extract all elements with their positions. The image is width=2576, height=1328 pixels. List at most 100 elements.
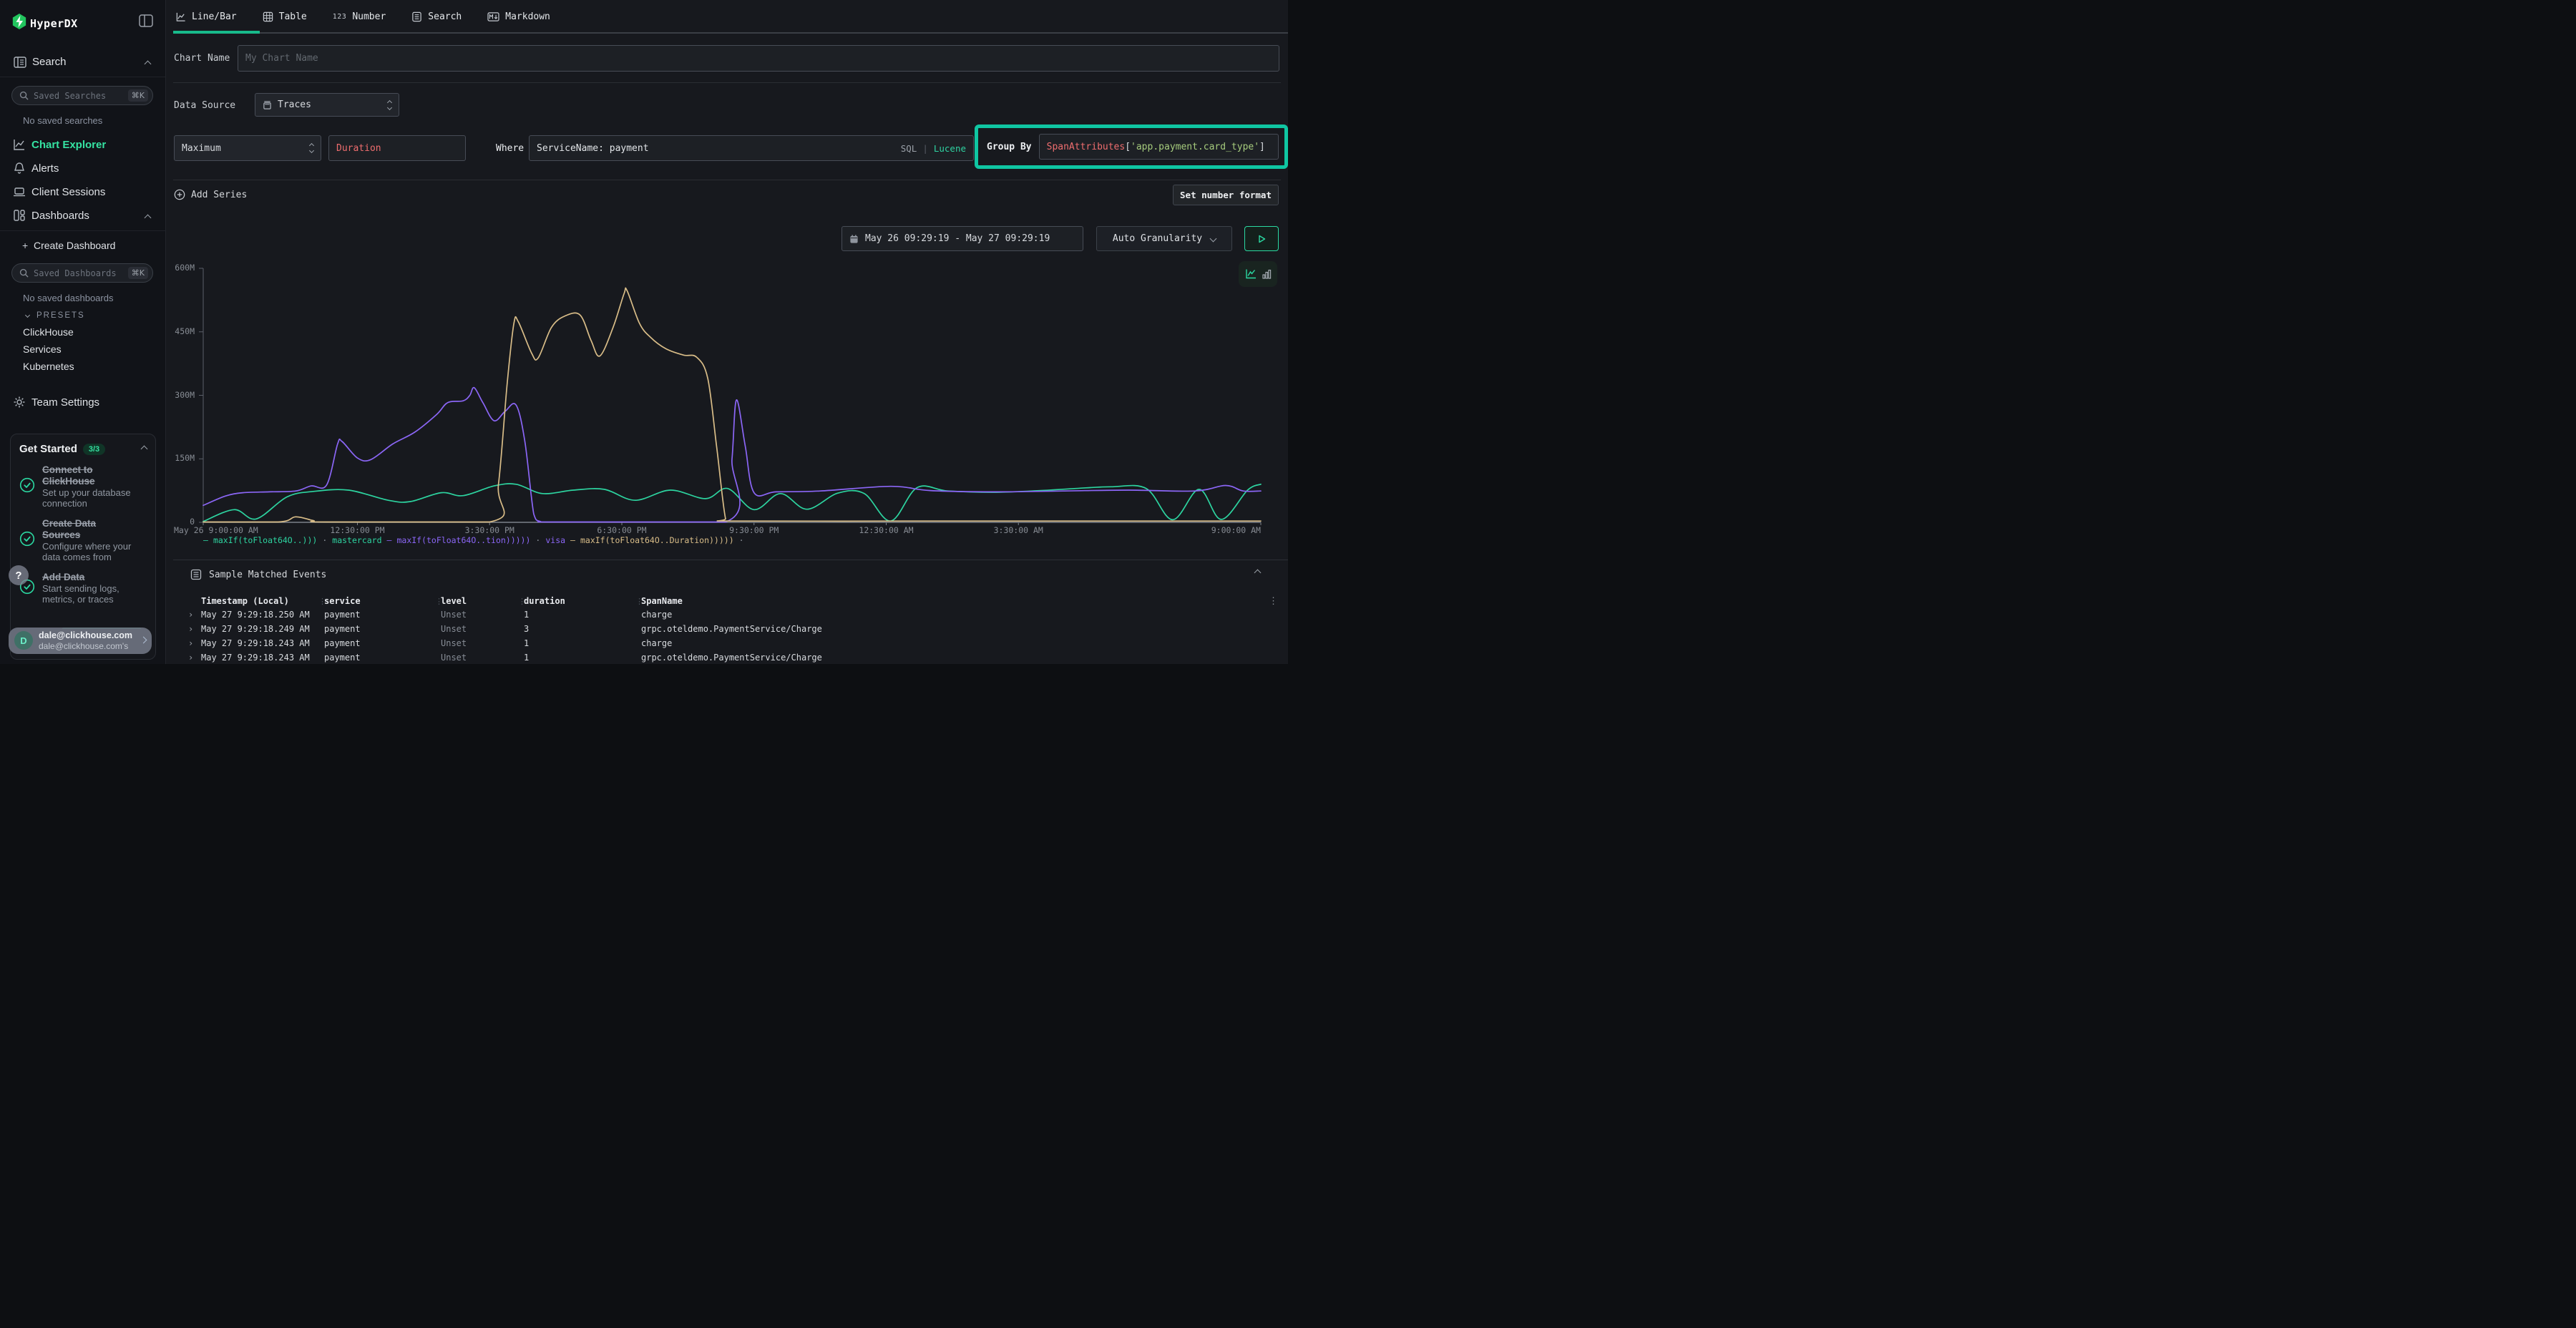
collapse-events-icon[interactable] bbox=[1254, 570, 1262, 577]
preset-item-services[interactable]: Services bbox=[0, 343, 166, 358]
table-cell[interactable]: Unset bbox=[441, 638, 467, 648]
table-cell[interactable]: May 27 9:29:18.249 AM bbox=[201, 624, 310, 634]
tab-number[interactable]: 123 Number bbox=[333, 11, 386, 22]
table-cell[interactable]: charge bbox=[641, 610, 672, 620]
sidebar-item-chart-explorer[interactable]: Chart Explorer bbox=[0, 136, 166, 156]
table-cell[interactable]: payment bbox=[324, 610, 361, 620]
table-cell[interactable]: May 27 9:29:18.243 AM bbox=[201, 653, 310, 663]
table-cell[interactable]: Unset bbox=[441, 653, 467, 663]
database-icon bbox=[263, 100, 272, 110]
checklist-item[interactable]: Connect to ClickHouseSet up your databas… bbox=[19, 464, 147, 509]
chevron-up-icon[interactable] bbox=[141, 446, 148, 453]
data-source-label: Data Source bbox=[174, 100, 235, 111]
aggregation-select[interactable]: Maximum bbox=[174, 135, 321, 161]
gear-icon bbox=[12, 395, 26, 412]
chevron-up-icon[interactable] bbox=[145, 215, 152, 222]
column-header[interactable]: Timestamp (Local) bbox=[201, 596, 289, 606]
expand-row-icon[interactable]: › bbox=[188, 610, 193, 620]
document-list-icon bbox=[411, 11, 422, 22]
x-tick-label: 12:30:00 PM bbox=[330, 525, 384, 535]
sql-toggle[interactable]: SQL bbox=[901, 143, 917, 154]
expand-row-icon[interactable]: › bbox=[188, 653, 193, 663]
sidebar-item-label: Chart Explorer bbox=[31, 139, 106, 151]
run-query-button[interactable] bbox=[1244, 226, 1279, 251]
presets-label: PRESETS bbox=[36, 311, 85, 320]
sidebar-item-dashboards[interactable]: Dashboards bbox=[0, 207, 166, 227]
expand-row-icon[interactable]: › bbox=[188, 624, 193, 634]
sidebar-item-team-settings[interactable]: Team Settings bbox=[0, 394, 166, 414]
main-content: Line/Bar Table 123 Number Search Markdow… bbox=[166, 0, 1288, 664]
table-cell[interactable]: 1 bbox=[524, 653, 529, 663]
chart-legend[interactable]: —maxIf(toFloat64O..)))·mastercard—maxIf(… bbox=[203, 535, 744, 545]
table-cell[interactable]: 1 bbox=[524, 638, 529, 648]
table-cell[interactable]: grpc.oteldemo.PaymentService/Charge bbox=[641, 653, 822, 663]
legend-series-label[interactable]: maxIf(toFloat64O..Duration))))) bbox=[580, 535, 734, 545]
bracket: [ bbox=[1125, 142, 1131, 152]
where-label: Where bbox=[496, 143, 524, 154]
checklist-item[interactable]: Add DataStart sending logs, metrics, or … bbox=[19, 572, 147, 605]
collapse-sidebar-icon[interactable] bbox=[139, 14, 153, 30]
tab-label: Number bbox=[352, 11, 386, 22]
table-cell[interactable]: May 27 9:29:18.250 AM bbox=[201, 610, 310, 620]
kebab-menu-icon[interactable]: ⋮ bbox=[1269, 596, 1278, 607]
legend-swatch: — bbox=[570, 535, 575, 545]
list-icon bbox=[190, 569, 202, 580]
sample-matched-events-header[interactable]: Sample Matched Events bbox=[190, 569, 326, 580]
table-cell[interactable]: payment bbox=[324, 653, 361, 663]
table-cell[interactable]: 3 bbox=[524, 624, 529, 634]
tab-search[interactable]: Search bbox=[411, 11, 462, 22]
legend-series-label[interactable]: maxIf(toFloat64O..))) bbox=[213, 535, 317, 545]
where-input[interactable]: ServiceName: payment SQL | Lucene bbox=[529, 135, 974, 161]
tab-table[interactable]: Table bbox=[263, 11, 307, 22]
bracket: ] bbox=[1259, 142, 1265, 152]
column-grip-icon[interactable]: ⋮ bbox=[318, 597, 326, 606]
divider bbox=[173, 82, 1281, 83]
table-cell[interactable]: grpc.oteldemo.PaymentService/Charge bbox=[641, 624, 822, 634]
column-grip-icon[interactable]: ⋮ bbox=[435, 597, 443, 606]
user-menu[interactable]: D dale@clickhouse.com dale@clickhouse.co… bbox=[9, 628, 152, 654]
saved-dashboards-search[interactable]: ⌘K bbox=[11, 263, 153, 283]
expand-row-icon[interactable]: › bbox=[188, 638, 193, 648]
table-cell[interactable]: Unset bbox=[441, 624, 467, 634]
preset-item-kubernetes[interactable]: Kubernetes bbox=[0, 360, 166, 376]
set-number-format-button[interactable]: Set number format bbox=[1173, 185, 1279, 205]
table-cell[interactable]: 1 bbox=[524, 610, 529, 620]
table-cell[interactable]: Unset bbox=[441, 610, 467, 620]
saved-searches-input[interactable] bbox=[34, 91, 123, 101]
sidebar-section-search[interactable]: Search bbox=[0, 53, 166, 74]
preset-item-clickhouse[interactable]: ClickHouse bbox=[0, 326, 166, 341]
sidebar-item-client-sessions[interactable]: Client Sessions bbox=[0, 183, 166, 203]
timeseries-chart[interactable] bbox=[199, 266, 1262, 525]
chevron-up-icon[interactable] bbox=[145, 61, 152, 68]
create-dashboard-button[interactable]: + Create Dashboard bbox=[0, 237, 166, 257]
column-header[interactable]: level bbox=[441, 596, 467, 606]
line-chart-icon bbox=[12, 137, 26, 155]
table-cell[interactable]: May 27 9:29:18.243 AM bbox=[201, 638, 310, 648]
chart-name-input[interactable] bbox=[238, 45, 1279, 72]
column-header[interactable]: SpanName bbox=[641, 596, 683, 606]
field-input[interactable]: Duration bbox=[328, 135, 466, 161]
granularity-select[interactable]: Auto Granularity bbox=[1096, 226, 1232, 251]
date-range-picker[interactable]: May 26 09:29:19 - May 27 09:29:19 bbox=[841, 226, 1083, 251]
saved-dashboards-input[interactable] bbox=[34, 268, 123, 278]
lucene-toggle[interactable]: Lucene bbox=[934, 143, 966, 154]
checklist-item[interactable]: Create Data SourcesConfigure where your … bbox=[19, 518, 147, 562]
help-button[interactable]: ? bbox=[9, 565, 29, 585]
add-series-button[interactable]: Add Series bbox=[174, 189, 247, 200]
tab-markdown[interactable]: Markdown bbox=[487, 11, 550, 22]
column-grip-icon[interactable]: ⋮ bbox=[635, 597, 643, 606]
table-cell[interactable]: payment bbox=[324, 624, 361, 634]
column-header[interactable]: duration bbox=[524, 596, 565, 606]
data-source-select[interactable]: Traces bbox=[255, 93, 399, 117]
search-icon bbox=[19, 268, 29, 278]
saved-searches-search[interactable]: ⌘K bbox=[11, 86, 153, 105]
table-cell[interactable]: payment bbox=[324, 638, 361, 648]
sidebar-item-alerts[interactable]: Alerts bbox=[0, 160, 166, 180]
group-by-input[interactable]: SpanAttributes['app.payment.card_type'] bbox=[1039, 134, 1279, 160]
column-header[interactable]: service bbox=[324, 596, 361, 606]
table-cell[interactable]: charge bbox=[641, 638, 672, 648]
data-source-value: Traces bbox=[278, 99, 311, 110]
column-grip-icon[interactable]: ⋮ bbox=[518, 597, 526, 606]
tab-line-bar[interactable]: Line/Bar bbox=[175, 11, 237, 22]
legend-series-label[interactable]: maxIf(toFloat64O..tion))))) bbox=[396, 535, 530, 545]
